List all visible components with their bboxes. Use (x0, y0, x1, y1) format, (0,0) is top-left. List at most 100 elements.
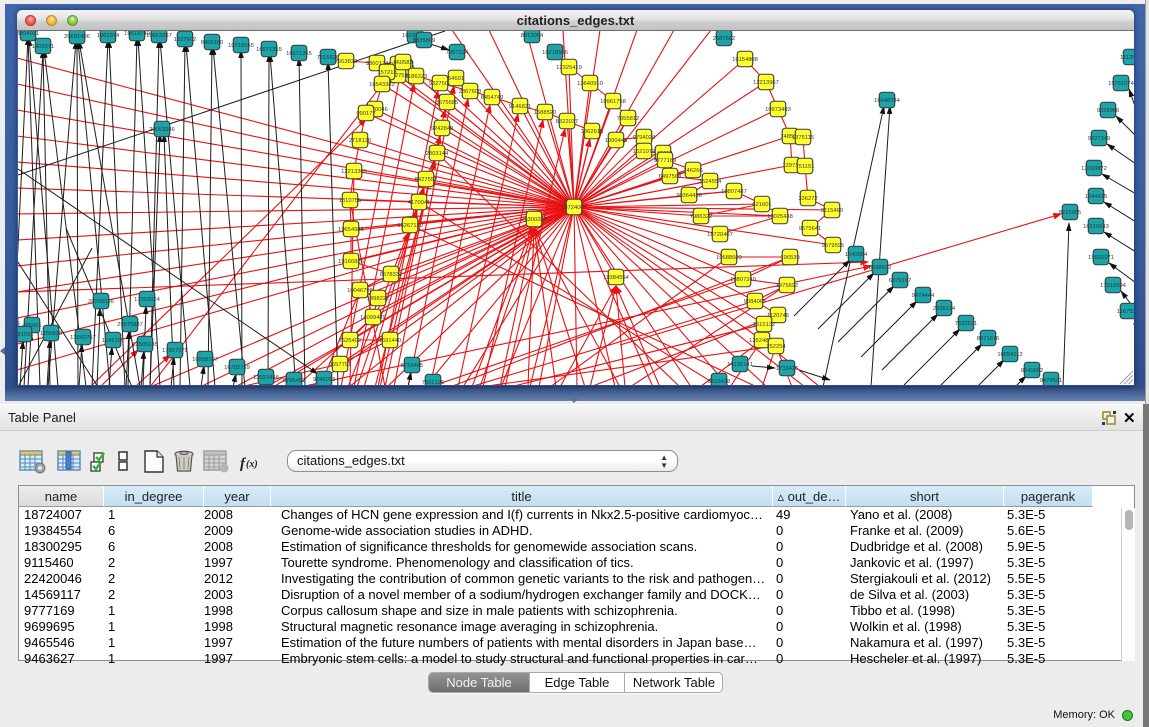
svg-text:1498222: 1498222 (367, 296, 390, 302)
svg-text:7986322: 7986322 (690, 214, 713, 220)
svg-text:1588520: 1588520 (534, 110, 557, 116)
svg-text:29975887: 29975887 (117, 322, 143, 328)
svg-text:13267110: 13267110 (397, 223, 422, 229)
svg-text:20691406: 20691406 (64, 34, 90, 40)
svg-text:1112843: 1112843 (1120, 55, 1134, 61)
svg-text:16648784: 16648784 (874, 98, 901, 104)
svg-text:621601: 621601 (752, 202, 771, 208)
svg-text:391591: 391591 (18, 332, 34, 338)
svg-text:14099489: 14099489 (360, 315, 386, 321)
svg-text:10654112: 10654112 (997, 352, 1022, 358)
svg-text:1881974: 1881974 (97, 33, 120, 39)
svg-text:8304091: 8304091 (18, 31, 39, 37)
svg-text:14136141: 14136141 (727, 362, 753, 368)
svg-text:54691: 54691 (448, 76, 464, 82)
svg-text:12942757: 12942757 (70, 335, 96, 341)
svg-text:16210643: 16210643 (1083, 224, 1109, 230)
svg-text:8835809: 8835809 (413, 38, 436, 44)
svg-text:1375115: 1375115 (792, 135, 814, 141)
svg-text:19218506: 19218506 (542, 50, 568, 56)
svg-text:15751074: 15751074 (1108, 81, 1134, 87)
svg-text:2867608: 2867608 (459, 89, 482, 95)
svg-text:1691440: 1691440 (379, 338, 402, 344)
svg-text:9657791: 9657791 (329, 362, 352, 368)
svg-text:9575641: 9575641 (799, 226, 822, 232)
svg-text:17957275: 17957275 (162, 348, 188, 354)
svg-text:18720407: 18720407 (707, 232, 733, 238)
svg-text:9579595: 9579595 (822, 243, 845, 249)
svg-text:17359924: 17359924 (134, 297, 161, 303)
svg-text:6879197: 6879197 (889, 278, 912, 284)
svg-text:5716485: 5716485 (401, 363, 424, 369)
svg-text:10046798: 10046798 (347, 288, 373, 294)
svg-text:9084067: 9084067 (744, 299, 767, 305)
svg-text:1545191: 1545191 (102, 338, 125, 344)
svg-text:1990448: 1990448 (605, 138, 628, 144)
svg-text:2718126: 2718126 (349, 138, 372, 144)
svg-text:1733426: 1733426 (776, 366, 799, 372)
svg-text:157213: 157213 (377, 70, 396, 76)
svg-text:1975692: 1975692 (776, 283, 799, 289)
svg-text:3675685: 3675685 (436, 100, 459, 106)
svg-text:9329966: 9329966 (1097, 108, 1120, 114)
svg-text:1615132: 1615132 (753, 322, 776, 328)
svg-text:20206536: 20206536 (88, 299, 114, 305)
svg-text:8813054: 8813054 (521, 33, 544, 39)
svg-text:10719155: 10719155 (228, 43, 254, 49)
svg-text:1362615: 1362615 (581, 129, 604, 135)
svg-text:9146821: 9146821 (509, 104, 532, 110)
svg-text:16671355: 16671355 (286, 51, 312, 57)
svg-text:20053346: 20053346 (149, 127, 175, 133)
svg-text:16782759: 16782759 (224, 365, 250, 371)
svg-text:8322037: 8322037 (556, 119, 579, 125)
svg-text:1810755: 1810755 (339, 198, 362, 204)
svg-text:10807487: 10807487 (721, 189, 747, 195)
svg-text:7502125: 7502125 (422, 380, 445, 385)
svg-text:8186323: 8186323 (405, 74, 428, 80)
svg-text:6497568: 6497568 (659, 174, 682, 180)
svg-text:9474444: 9474444 (912, 293, 935, 299)
svg-text:990177: 990177 (356, 111, 375, 117)
svg-text:746266: 746266 (683, 168, 702, 174)
svg-text:9245013: 9245013 (313, 377, 336, 383)
svg-text:9115460: 9115460 (821, 208, 843, 214)
svg-text:1167534: 1167534 (1117, 309, 1134, 315)
svg-text:19166825: 19166825 (338, 259, 364, 265)
svg-text:1527602: 1527602 (174, 37, 197, 43)
svg-text:9474521: 9474521 (1040, 378, 1063, 384)
svg-text:1244415: 1244415 (1085, 194, 1108, 200)
svg-text:12213967: 12213967 (753, 80, 779, 86)
svg-text:9245652: 9245652 (1021, 368, 1044, 374)
svg-text:12505135: 12505135 (132, 342, 158, 348)
svg-text:19654985: 19654985 (338, 227, 364, 233)
svg-text:(x): (x) (246, 459, 258, 470)
svg-text:1405571: 1405571 (32, 44, 55, 50)
svg-text:9777169: 9777169 (654, 158, 677, 164)
svg-text:2803144: 2803144 (426, 151, 449, 157)
svg-text:8427552: 8427552 (415, 177, 438, 183)
svg-text:8454749: 8454749 (481, 95, 504, 101)
svg-text:13640910: 13640910 (577, 81, 603, 87)
svg-text:4170041: 4170041 (408, 200, 431, 206)
svg-text:8578331: 8578331 (380, 272, 403, 278)
svg-text:2935114: 2935114 (933, 306, 956, 312)
svg-text:8796452: 8796452 (283, 378, 306, 384)
svg-text:12093872: 12093872 (1081, 166, 1107, 172)
svg-text:1621072: 1621072 (633, 149, 656, 155)
svg-text:25300283: 25300283 (521, 217, 547, 223)
svg-text:7955812: 7955812 (617, 116, 640, 122)
svg-text:6310428: 6310428 (708, 379, 731, 385)
svg-text:17016504: 17016504 (1100, 283, 1127, 289)
svg-text:960583: 960583 (393, 60, 412, 66)
svg-text:10958107: 10958107 (192, 357, 218, 363)
svg-text:8938923: 8938923 (869, 265, 892, 271)
svg-text:10973493: 10973493 (765, 107, 791, 113)
svg-text:10025438: 10025438 (767, 214, 793, 220)
svg-text:18724007: 18724007 (561, 205, 587, 211)
svg-text:196539: 196539 (780, 255, 799, 261)
svg-text:16671355: 16671355 (256, 47, 282, 53)
svg-text:16154808: 16154808 (732, 57, 758, 63)
svg-text:3624554: 3624554 (699, 179, 722, 185)
svg-text:10653267: 10653267 (146, 33, 172, 39)
svg-text:8215955: 8215955 (1059, 210, 1082, 216)
